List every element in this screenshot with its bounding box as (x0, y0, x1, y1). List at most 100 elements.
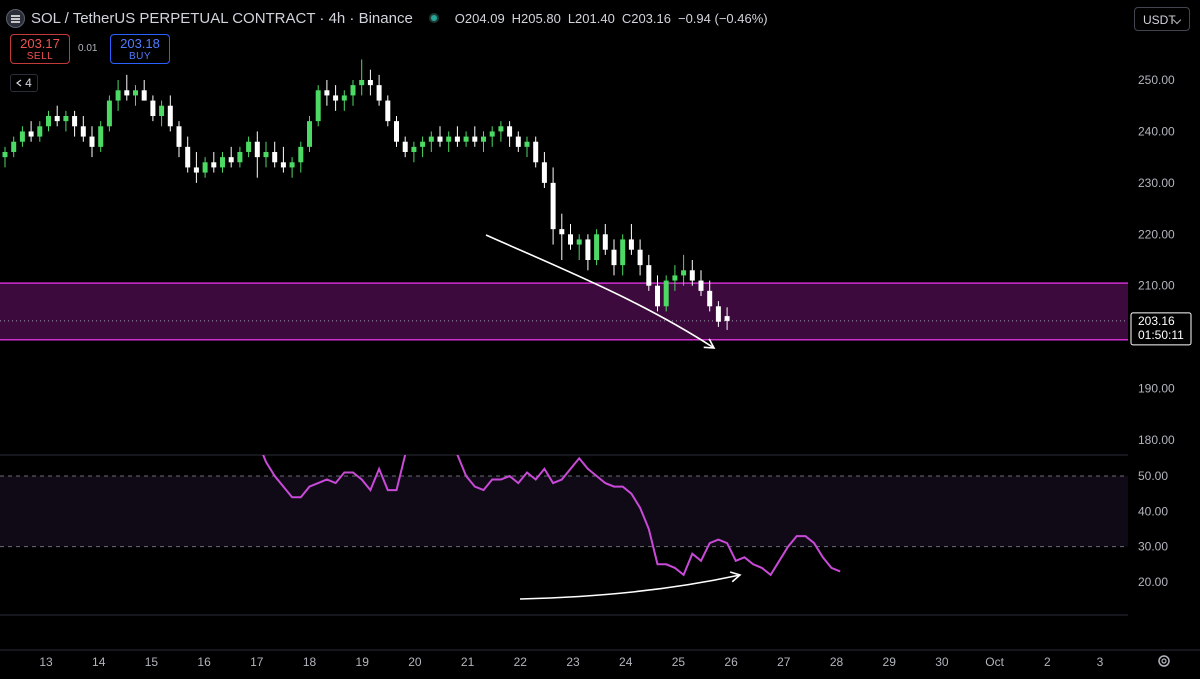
candle-body (724, 316, 730, 321)
candle (46, 110, 51, 132)
candle-body (481, 136, 486, 142)
candle (533, 136, 539, 168)
candle-body (655, 285, 660, 307)
candle (646, 254, 652, 291)
candle (481, 131, 486, 152)
candle-body (576, 239, 582, 245)
candle-body (324, 90, 330, 96)
candle (568, 224, 573, 250)
candle (150, 95, 156, 122)
time-tick-label: 3 (1097, 655, 1104, 669)
candle-body (350, 85, 356, 96)
price-tick-label: 190.00 (1138, 382, 1175, 396)
candle-body (367, 80, 373, 86)
price-tick-label: 230.00 (1138, 176, 1175, 190)
time-tick-label: 2 (1044, 655, 1051, 669)
candle-body (637, 249, 643, 266)
candle (63, 110, 69, 132)
candle (515, 131, 521, 152)
candle-body (211, 162, 217, 168)
candle-body (698, 280, 704, 291)
candle (202, 157, 208, 178)
candle (359, 59, 365, 96)
time-tick-label: 19 (356, 655, 370, 669)
candle-body (315, 90, 321, 122)
candle-body (289, 162, 295, 168)
candle-body (594, 234, 600, 260)
candle-body (524, 141, 530, 147)
candle (663, 275, 669, 312)
gear-icon[interactable] (1158, 655, 1170, 667)
price-tick-label: 180.00 (1138, 433, 1175, 447)
candle-body (202, 162, 208, 173)
candle (185, 136, 191, 173)
candle (80, 116, 86, 142)
candle-body (463, 136, 469, 142)
candle-body (611, 249, 617, 266)
candle (89, 126, 95, 158)
candle (237, 146, 243, 168)
candle-body (159, 105, 165, 116)
time-tick-label: 21 (461, 655, 475, 669)
rsi-band (0, 476, 1128, 547)
candle (576, 234, 582, 260)
candle-body (507, 126, 513, 137)
candle (689, 260, 695, 286)
candle-body (515, 136, 521, 147)
candle-body (689, 270, 695, 281)
chart-canvas[interactable]: 250.00240.00230.00220.00210.00190.00180.… (0, 0, 1200, 679)
candle (655, 275, 660, 312)
candle-body (559, 229, 565, 235)
time-axis: 13 14 15 16 17 18 19 20 21 22 23 24 25 26 27 28 29 30 Oct 2… (0, 649, 1200, 669)
candle-body (2, 152, 8, 158)
candle-body (19, 131, 25, 142)
candle-body (341, 95, 347, 101)
rsi-tick-label: 30.00 (1138, 540, 1168, 554)
candle (54, 105, 60, 127)
candle (2, 146, 8, 168)
candle (394, 116, 399, 147)
candle (124, 74, 130, 101)
candle (228, 146, 234, 168)
price-tick-label: 210.00 (1138, 279, 1175, 293)
candle (324, 80, 330, 106)
candle (193, 152, 199, 183)
candle-body (185, 146, 191, 168)
candle-body (428, 136, 434, 142)
candle-body (394, 121, 399, 142)
candle-body (446, 136, 452, 142)
candle-body (454, 136, 460, 142)
candle-body (385, 100, 391, 122)
candle (524, 136, 530, 158)
candle (681, 254, 687, 286)
candle (106, 95, 112, 132)
candle-body (141, 90, 147, 101)
price-tick-label: 250.00 (1138, 73, 1175, 87)
candle (289, 157, 295, 178)
candle-body (280, 162, 286, 168)
candle-body (237, 152, 243, 163)
candle (159, 100, 165, 127)
candle-body (359, 80, 365, 86)
candle (620, 234, 626, 276)
time-tick-label: 23 (566, 655, 580, 669)
price-axis: 250.00 240.00 230.00 220.00 210.00 190.00 180.… (1130, 73, 1192, 447)
time-tick-label: 25 (672, 655, 686, 669)
candle-body (263, 152, 269, 158)
candle-body (402, 141, 408, 152)
time-tick-label: 16 (197, 655, 211, 669)
candle-body (150, 100, 156, 116)
candle-body (333, 95, 339, 101)
candle-body (437, 136, 443, 142)
candle (11, 136, 17, 158)
candle (367, 69, 373, 96)
time-tick-label: 30 (935, 655, 949, 669)
candle (420, 136, 426, 158)
time-tick-label: 29 (883, 655, 897, 669)
candle-body (98, 126, 104, 147)
candle-body (115, 90, 121, 101)
candle-body (681, 270, 687, 276)
candle (594, 229, 600, 266)
price-tick-label: 240.00 (1138, 124, 1175, 138)
candle (472, 126, 478, 147)
